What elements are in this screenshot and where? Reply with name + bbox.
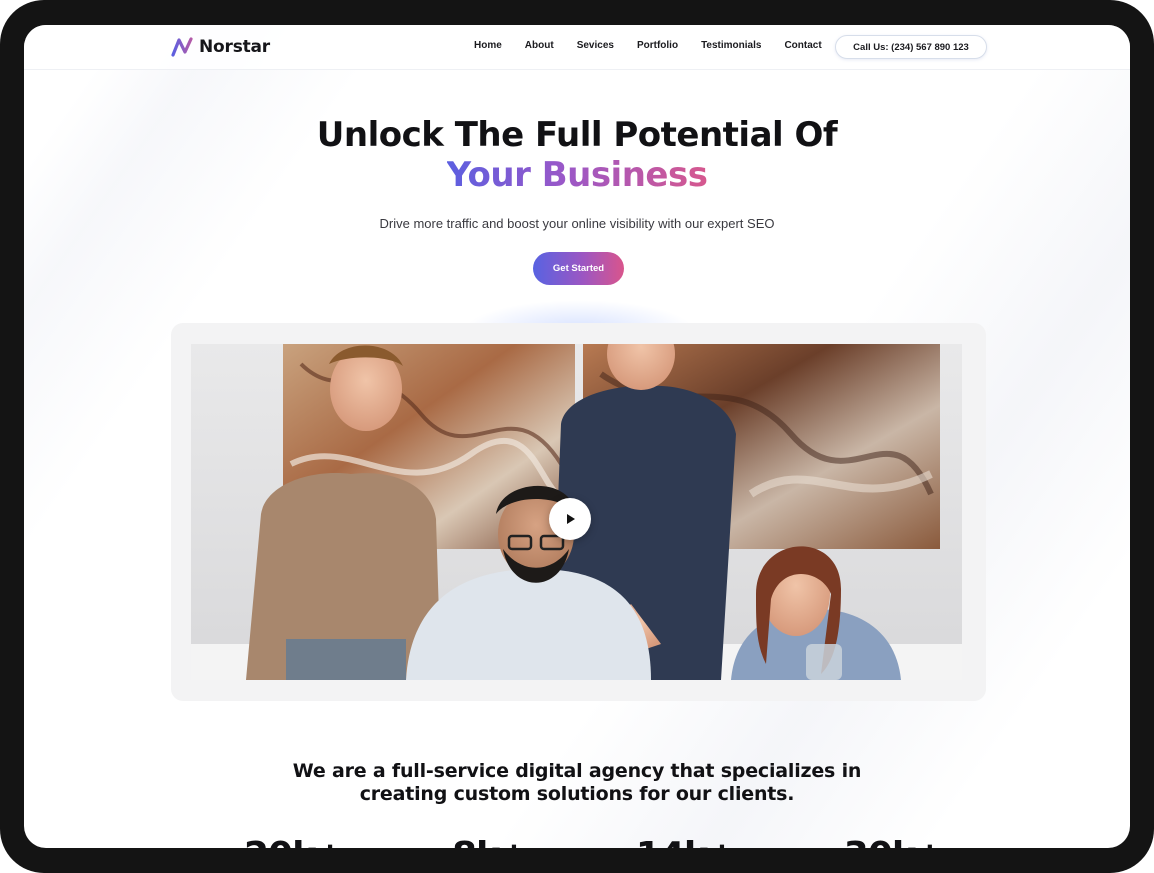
nav-contact[interactable]: Contact [784,40,821,51]
nav-portfolio[interactable]: Portfolio [637,40,678,51]
brand-logo[interactable]: Norstar [171,36,270,58]
nav-about[interactable]: About [525,40,554,51]
play-icon [567,514,575,524]
main-nav: Home About Sevices Portfolio Testimonial… [474,40,845,51]
nav-services[interactable]: Sevices [577,40,614,51]
stat-value: 14k+ [636,835,737,848]
call-us-button[interactable]: Call Us: (234) 567 890 123 [835,35,987,59]
stat-value: 20k+ [244,835,345,848]
hero-title-accent: Your Business [446,155,708,195]
device-frame: Norstar Home About Sevices Portfolio Tes… [0,0,1154,873]
hero-title-line1: Unlock The Full Potential Of [316,115,838,155]
nav-testimonials[interactable]: Testimonials [701,40,761,51]
hero-subtitle: Drive more traffic and boost your online… [379,216,775,231]
video-card [171,323,986,701]
brand-name: Norstar [199,37,270,57]
site-header: Norstar Home About Sevices Portfolio Tes… [24,25,1130,70]
get-started-button[interactable]: Get Started [533,252,624,285]
play-video-button[interactable] [549,498,591,540]
hero-title: Unlock The Full Potential Of Your Busine… [24,115,1130,195]
browser-viewport[interactable]: Norstar Home About Sevices Portfolio Tes… [24,25,1130,848]
nav-home[interactable]: Home [474,40,502,51]
logo-zigzag-icon [171,37,193,57]
statement-line1: We are a full-service digital agency tha… [292,760,862,782]
stat-value: 30k+ [844,835,945,848]
stats-row: 20k+ 8k+ 14k+ 30k+ [244,835,945,848]
stat-value: 8k+ [452,835,529,848]
statement-line2: creating custom solutions for our client… [359,783,795,805]
team-video-thumbnail[interactable] [191,344,962,680]
agency-statement: We are a full-service digital agency tha… [24,760,1130,806]
